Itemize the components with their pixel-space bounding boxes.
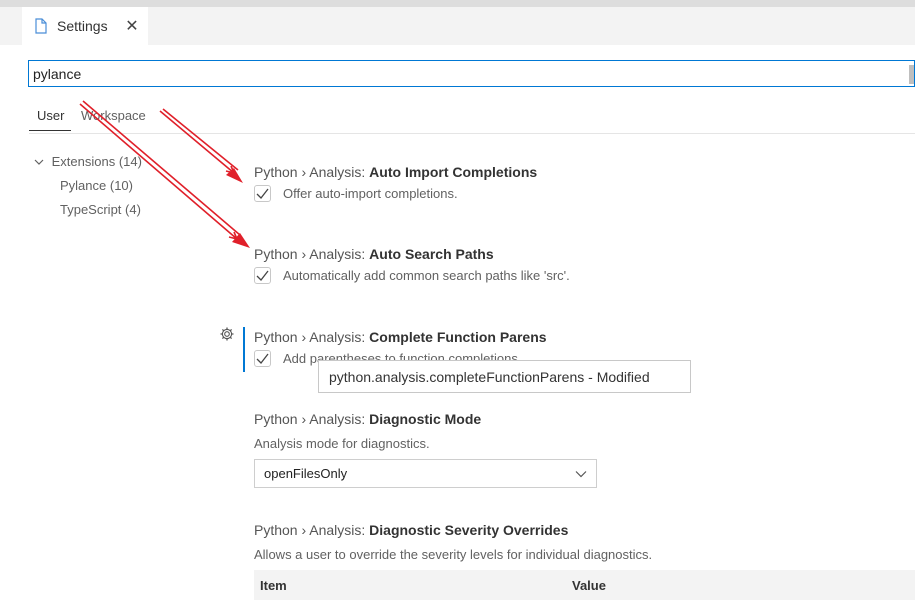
file-icon xyxy=(34,18,48,34)
tree-item-pylance[interactable]: Pylance (10) xyxy=(60,178,133,193)
setting-title: Python › Analysis: Auto Import Completio… xyxy=(254,164,914,180)
column-header-item: Item xyxy=(260,578,287,593)
setting-title: Python › Analysis: Complete Function Par… xyxy=(254,329,914,345)
checkbox-complete-function-parens[interactable] xyxy=(254,350,271,367)
setting-category: Python › Analysis: xyxy=(254,164,370,180)
gear-icon[interactable] xyxy=(219,326,235,342)
setting-name: Diagnostic Severity Overrides xyxy=(369,522,569,538)
checkbox-row: Automatically add common search paths li… xyxy=(254,267,914,284)
setting-auto-search-paths: Python › Analysis: Auto Search Paths Aut… xyxy=(254,246,914,284)
setting-description: Analysis mode for diagnostics. xyxy=(254,436,430,451)
search-scrollbar[interactable] xyxy=(909,65,914,84)
tree-item-typescript[interactable]: TypeScript (4) xyxy=(60,202,141,217)
setting-category: Python › Analysis: xyxy=(254,329,370,345)
setting-name: Complete Function Parens xyxy=(369,329,547,345)
setting-name: Auto Search Paths xyxy=(369,246,494,262)
setting-name: Auto Import Completions xyxy=(369,164,538,180)
setting-category: Python › Analysis: xyxy=(254,246,370,262)
title-strip xyxy=(0,0,915,7)
active-tab-indicator xyxy=(29,130,71,131)
setting-title: Python › Analysis: Diagnostic Mode xyxy=(254,411,914,427)
checkbox-auto-import[interactable] xyxy=(254,185,271,202)
setting-description: Allows a user to override the severity l… xyxy=(254,547,653,562)
setting-diagnostic-severity-overrides: Python › Analysis: Diagnostic Severity O… xyxy=(254,522,914,562)
close-icon[interactable]: ✕ xyxy=(120,16,144,36)
tab-user[interactable]: User xyxy=(37,108,64,123)
arrow-head-1 xyxy=(226,168,243,183)
arrow-head-2 xyxy=(232,233,250,248)
tab-title: Settings xyxy=(57,18,108,34)
setting-category: Python › Analysis: xyxy=(254,411,370,427)
chevron-down-icon xyxy=(34,157,48,169)
column-header-value: Value xyxy=(572,578,606,593)
chevron-down-icon xyxy=(566,470,596,478)
select-value: openFilesOnly xyxy=(264,466,348,481)
setting-title: Python › Analysis: Diagnostic Severity O… xyxy=(254,522,914,538)
annotation-arrows xyxy=(79,100,250,248)
checkbox-row: Offer auto-import completions. xyxy=(254,185,914,202)
checkbox-auto-search-paths[interactable] xyxy=(254,267,271,284)
setting-auto-import-completions: Python › Analysis: Auto Import Completio… xyxy=(254,164,914,202)
tab-workspace[interactable]: Workspace xyxy=(81,108,146,123)
setting-category: Python › Analysis: xyxy=(254,522,370,538)
header-divider xyxy=(29,133,915,134)
setting-name: Diagnostic Mode xyxy=(369,411,482,427)
diagnostic-mode-select[interactable]: openFilesOnly xyxy=(254,459,597,488)
overrides-table-header: Item Value xyxy=(254,570,915,600)
checkbox-label: Offer auto-import completions. xyxy=(283,186,458,201)
search-value: pylance xyxy=(33,65,82,82)
modified-indicator xyxy=(243,327,245,372)
setting-title: Python › Analysis: Auto Search Paths xyxy=(254,246,914,262)
tree-item-extensions[interactable]: Extensions (14) xyxy=(34,154,142,169)
tab-settings[interactable]: Settings ✕ xyxy=(22,7,148,45)
hover-tooltip: python.analysis.completeFunctionParens -… xyxy=(318,360,691,393)
checkbox-label: Automatically add common search paths li… xyxy=(283,268,570,283)
search-input[interactable]: pylance xyxy=(28,60,915,87)
tree-item-label: Extensions (14) xyxy=(51,154,142,169)
setting-diagnostic-mode: Python › Analysis: Diagnostic Mode Analy… xyxy=(254,411,914,451)
